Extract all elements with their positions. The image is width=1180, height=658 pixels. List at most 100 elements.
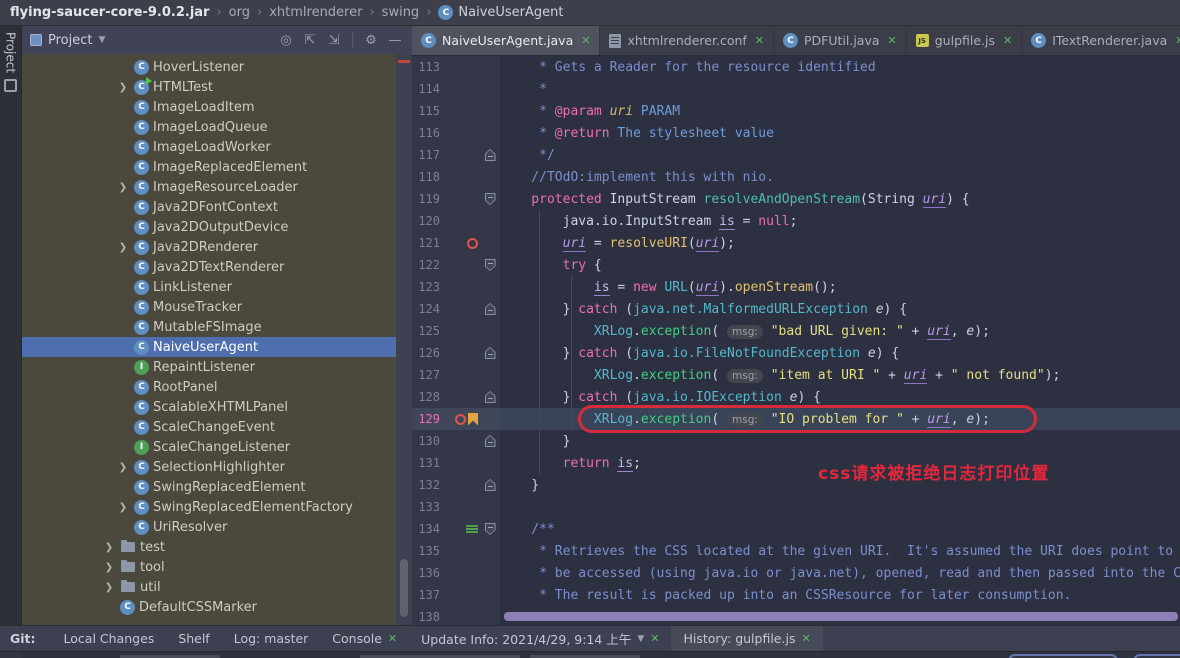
project-panel-title[interactable]: Project: [48, 33, 92, 48]
tab-close-icon[interactable]: ✕: [888, 34, 897, 47]
fold-open-icon[interactable]: [485, 193, 496, 205]
chevron-down-icon[interactable]: ▼: [98, 35, 105, 45]
fold-end-icon[interactable]: [485, 347, 496, 359]
tree-item-java2dfontcontext[interactable]: CJava2DFontContext: [22, 197, 396, 217]
settings-icon[interactable]: ⚙: [362, 31, 380, 49]
token-param: uri: [563, 236, 586, 252]
tree-item-rootpanel[interactable]: CRootPanel: [22, 377, 396, 397]
chevron-right-icon[interactable]: ❯: [116, 502, 130, 513]
scrollbar-thumb[interactable]: [400, 559, 408, 617]
tree-item-test[interactable]: ❯test: [22, 537, 396, 557]
bottom-tab-log[interactable]: Log: master: [222, 626, 321, 652]
tree-item-java2drenderer[interactable]: ❯CJava2DRenderer: [22, 237, 396, 257]
bottom-tab-console[interactable]: Console✕: [320, 626, 409, 652]
tab-PDFUtil.java[interactable]: CPDFUtil.java✕: [774, 26, 907, 55]
breakpoint-icon[interactable]: [467, 238, 478, 249]
breadcrumb-item-class[interactable]: C NaiveUserAgent: [438, 5, 563, 20]
token-plain: .: [633, 368, 641, 383]
locate-icon[interactable]: ◎: [277, 31, 295, 49]
fold-end-icon[interactable]: [485, 149, 496, 161]
fold-open-icon[interactable]: [485, 523, 496, 535]
tree-item-selectionhighlighter[interactable]: ❯CSelectionHighlighter: [22, 457, 396, 477]
tree-item-label: HoverListener: [153, 60, 244, 75]
breadcrumb-archive[interactable]: flying-saucer-core-9.0.2.jar: [10, 5, 209, 20]
bottom-tab-history[interactable]: History: gulpfile.js✕: [671, 626, 822, 652]
collapse-all-icon[interactable]: ⇲: [325, 31, 343, 49]
tree-item-mutablefsimage[interactable]: CMutableFSImage: [22, 317, 396, 337]
tree-item-java2doutputdevice[interactable]: CJava2DOutputDevice: [22, 217, 396, 237]
fold-open-icon[interactable]: [485, 259, 496, 271]
tree-item-scalechangelistener[interactable]: IScaleChangeListener: [22, 437, 396, 457]
breadcrumb-item-swing[interactable]: swing: [382, 5, 420, 20]
project-stripe-button[interactable]: Project: [4, 32, 18, 73]
fold-end-icon[interactable]: [485, 391, 496, 403]
tree-item-mousetracker[interactable]: CMouseTracker: [22, 297, 396, 317]
tree-item-repaintlistener[interactable]: IRepaintListener: [22, 357, 396, 377]
panel-button-peek[interactable]: [1133, 654, 1180, 658]
chevron-right-icon[interactable]: ❯: [116, 182, 130, 193]
tab-close-icon[interactable]: ✕: [388, 632, 397, 645]
tree-item-imageloaditem[interactable]: CImageLoadItem: [22, 97, 396, 117]
chevron-right-icon[interactable]: ❯: [102, 582, 116, 593]
tab-close-icon[interactable]: ✕: [755, 34, 764, 47]
token-plain: );: [974, 324, 990, 339]
tab-ITextRenderer.java[interactable]: CITextRenderer.java✕: [1022, 26, 1180, 55]
tree-item-imagereplacedelement[interactable]: CImageReplacedElement: [22, 157, 396, 177]
code-line-135: 135 * Retrieves the CSS located at the g…: [412, 540, 1180, 562]
token-plain: (: [617, 302, 633, 317]
tree-item-imageresourceloader[interactable]: ❯CImageResourceLoader: [22, 177, 396, 197]
panel-button-peek[interactable]: [1008, 654, 1118, 658]
tab-close-icon[interactable]: ✕: [1175, 34, 1180, 47]
chevron-right-icon[interactable]: ❯: [102, 542, 116, 553]
project-tool-window-icon[interactable]: [4, 79, 17, 92]
tree-item-util[interactable]: ❯util: [22, 577, 396, 597]
token-plain: ) {: [884, 302, 907, 317]
tree-item-imageloadqueue[interactable]: CImageLoadQueue: [22, 117, 396, 137]
token-plain: (: [711, 324, 727, 339]
tree-item-linklistener[interactable]: CLinkListener: [22, 277, 396, 297]
code-editor[interactable]: 113 * Gets a Reader for the resource ide…: [412, 56, 1180, 625]
tab-NaiveUserAgent.java[interactable]: CNaiveUserAgent.java✕: [412, 26, 600, 55]
tree-item-htmltest[interactable]: ❯CHTMLTest: [22, 77, 396, 97]
hide-panel-icon[interactable]: —: [386, 31, 404, 49]
chevron-right-icon[interactable]: ❯: [102, 562, 116, 573]
breakpoint-icon[interactable]: [455, 414, 466, 425]
tab-close-icon[interactable]: ✕: [650, 632, 659, 645]
chevron-right-icon[interactable]: ❯: [116, 242, 130, 253]
token-str: " not found": [951, 368, 1045, 383]
horizontal-scrollbar[interactable]: [504, 612, 1178, 621]
bookmark-icon[interactable]: [468, 413, 478, 426]
tab-close-icon[interactable]: ✕: [801, 632, 810, 645]
tree-item-scalechangeevent[interactable]: CScaleChangeEvent: [22, 417, 396, 437]
tree-item-swingreplacedelement[interactable]: CSwingReplacedElement: [22, 477, 396, 497]
tab-gulpfile.js[interactable]: JSgulpfile.js✕: [907, 26, 1022, 55]
chevron-right-icon[interactable]: ❯: [116, 82, 130, 93]
tree-item-scalablexhtmlpanel[interactable]: CScalableXHTMLPanel: [22, 397, 396, 417]
project-tree-scrollbar[interactable]: [396, 54, 412, 625]
bottom-tab-update-info[interactable]: Update Info: 2021/4/29, 9:14 上午▼✕: [409, 626, 671, 652]
fold-end-icon[interactable]: [485, 479, 496, 491]
breadcrumb-item-xhtmlrenderer[interactable]: xhtmlrenderer: [269, 5, 362, 20]
tree-item-swingreplacedelementfactory[interactable]: ❯CSwingReplacedElementFactory: [22, 497, 396, 517]
fold-end-icon[interactable]: [485, 435, 496, 447]
tab-xhtmlrenderer.conf[interactable]: xhtmlrenderer.conf✕: [600, 26, 774, 55]
code-text: XRLog.exception( msg: "bad URL given: " …: [500, 324, 1180, 339]
tree-item-tool[interactable]: ❯tool: [22, 557, 396, 577]
chevron-right-icon[interactable]: ❯: [116, 462, 130, 473]
tree-item-java2dtextrenderer[interactable]: CJava2DTextRenderer: [22, 257, 396, 277]
expand-all-icon[interactable]: ⇱: [301, 31, 319, 49]
fold-end-icon[interactable]: [485, 303, 496, 315]
tab-close-icon[interactable]: ✕: [581, 34, 590, 47]
breadcrumb-item-org[interactable]: org: [229, 5, 250, 20]
tab-close-icon[interactable]: ✕: [1003, 34, 1012, 47]
chevron-down-icon[interactable]: ▼: [637, 634, 644, 644]
tree-item-imageloadworker[interactable]: CImageLoadWorker: [22, 137, 396, 157]
bottom-tab-local-changes[interactable]: Local Changes: [52, 626, 167, 652]
gutter: 118: [412, 166, 500, 188]
tree-item-defaultcssmarker[interactable]: CDefaultCSSMarker: [22, 597, 396, 617]
tree-item-hoverlistener[interactable]: CHoverListener: [22, 57, 396, 77]
tree-item-uriresolver[interactable]: CUriResolver: [22, 517, 396, 537]
tree-item-naiveuseragent[interactable]: CNaiveUserAgent: [22, 337, 396, 357]
bottom-tab-shelf[interactable]: Shelf: [166, 626, 221, 652]
line-number: 115: [412, 104, 440, 118]
